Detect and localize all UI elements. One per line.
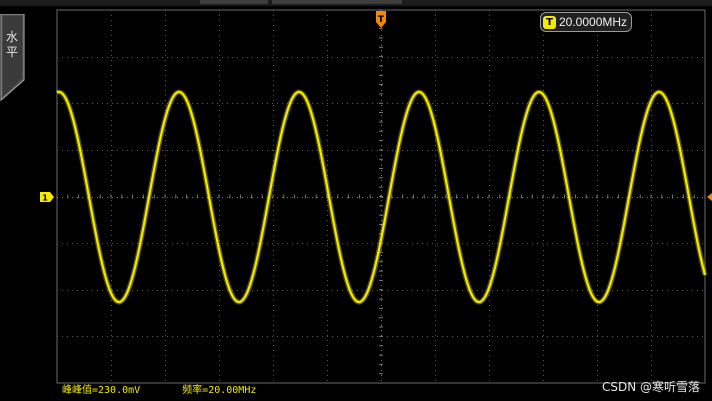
channel-marker-label: 1 — [42, 194, 48, 203]
trigger-badge-icon: T — [543, 15, 556, 29]
measurement-bar: 峰峰值=230.0mV 频率=20.00MHz — [62, 383, 256, 399]
watermark-text: CSDN @寒听雪落 — [601, 380, 700, 394]
waveform-display: T 1 — [40, 9, 712, 384]
trigger-level-marker[interactable] — [707, 193, 712, 201]
oscilloscope-screen: T 1 水平 T 20.0000MHz 峰峰值=230.0mV 频率=20.00… — [0, 0, 712, 401]
trigger-frequency-value: 20.0000MHz — [559, 15, 628, 29]
trigger-frequency-readout[interactable]: T 20.0000MHz — [540, 12, 633, 32]
horizontal-menu-tab[interactable]: 水平 — [0, 14, 26, 102]
graticule — [56, 9, 706, 384]
trigger-marker-label: T — [378, 15, 385, 25]
measurement-peak-to-peak[interactable]: 峰峰值=230.0mV — [62, 383, 140, 399]
trigger-position-marker[interactable]: T — [376, 11, 386, 28]
channel-1-offset-marker[interactable]: 1 — [40, 192, 54, 203]
horizontal-menu-label: 水平 — [5, 30, 18, 59]
measurement-frequency[interactable]: 频率=20.00MHz — [182, 383, 256, 399]
